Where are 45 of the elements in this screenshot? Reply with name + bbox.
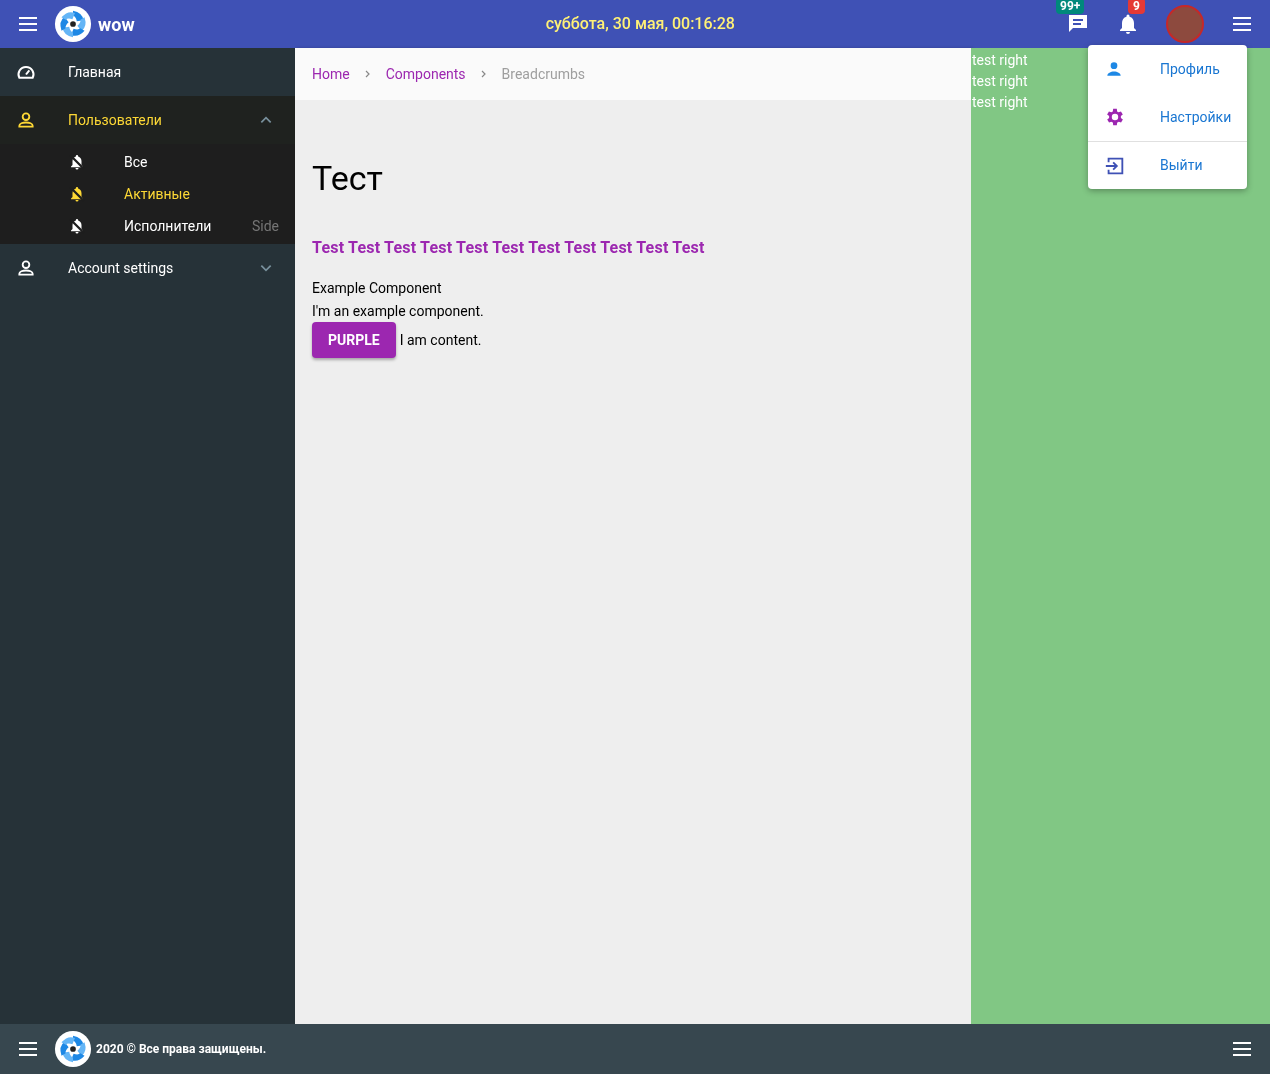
sidebar-item[interactable]: Главная xyxy=(0,48,295,96)
message-count-badge: 99+ xyxy=(1056,0,1085,14)
date-time: суббота, 30 мая, 00:16:28 xyxy=(545,13,735,35)
bell-off-icon xyxy=(68,153,86,171)
settings-icon xyxy=(1104,106,1126,128)
notification-count-badge: 9 xyxy=(1128,0,1145,14)
chevron-right-icon xyxy=(363,70,372,78)
sidebar-subitem[interactable]: Активные xyxy=(0,178,295,210)
sidebar-item-label: Главная xyxy=(68,62,123,82)
user-menu-label: Настройки xyxy=(1160,107,1232,127)
brand-name: wow xyxy=(98,12,135,37)
sidebar-subitem-label: Исполнители xyxy=(124,216,213,236)
logo-icon xyxy=(54,5,92,43)
side-label: Side xyxy=(251,216,279,236)
copyright-text: 2020 © Все права защищены. xyxy=(96,1041,267,1058)
bell-off-icon xyxy=(68,185,86,203)
sidebar-item-label: Пользователи xyxy=(68,110,163,130)
right-panel-text: test right xyxy=(972,51,1028,70)
user-menu-item[interactable]: Профиль xyxy=(1088,45,1247,93)
sidebar-subitem[interactable]: Все xyxy=(0,146,295,178)
person-icon xyxy=(16,110,36,130)
person-icon xyxy=(1104,59,1124,79)
breadcrumb-link[interactable]: Components xyxy=(385,63,466,85)
user-menu-item[interactable]: Настройки xyxy=(1088,93,1247,141)
chevron-right-icon xyxy=(479,70,488,78)
page-title: Тест xyxy=(312,158,384,198)
action-button[interactable]: PURPLE xyxy=(312,322,396,358)
user-menu-label: Выйти xyxy=(1160,156,1203,175)
user-menu-label: Профиль xyxy=(1160,59,1220,79)
sidebar-item[interactable]: Account settings xyxy=(0,244,295,292)
logo-icon xyxy=(54,1030,92,1068)
bell-off-icon xyxy=(68,217,86,235)
sidebar-item[interactable]: Пользователи xyxy=(0,96,295,144)
component-title: Example Component xyxy=(312,279,443,298)
breadcrumb-link[interactable]: Home xyxy=(312,63,350,85)
sidebar-subitem-label: Активные xyxy=(124,184,191,204)
sidebar-subitem[interactable]: Исполнители Side xyxy=(0,210,295,242)
right-panel-text: test right xyxy=(972,72,1028,91)
sidebar-subitem-label: Все xyxy=(124,152,149,172)
sidebar-item-label: Account settings xyxy=(68,258,175,278)
right-panel-text: test right xyxy=(972,93,1028,112)
content-text: I am content. xyxy=(399,330,482,350)
component-text: I'm an example component. xyxy=(312,302,485,321)
person-icon xyxy=(16,258,36,278)
subtitle: Test Test Test Test Test Test Test Test Test Test Test xyxy=(312,237,706,259)
